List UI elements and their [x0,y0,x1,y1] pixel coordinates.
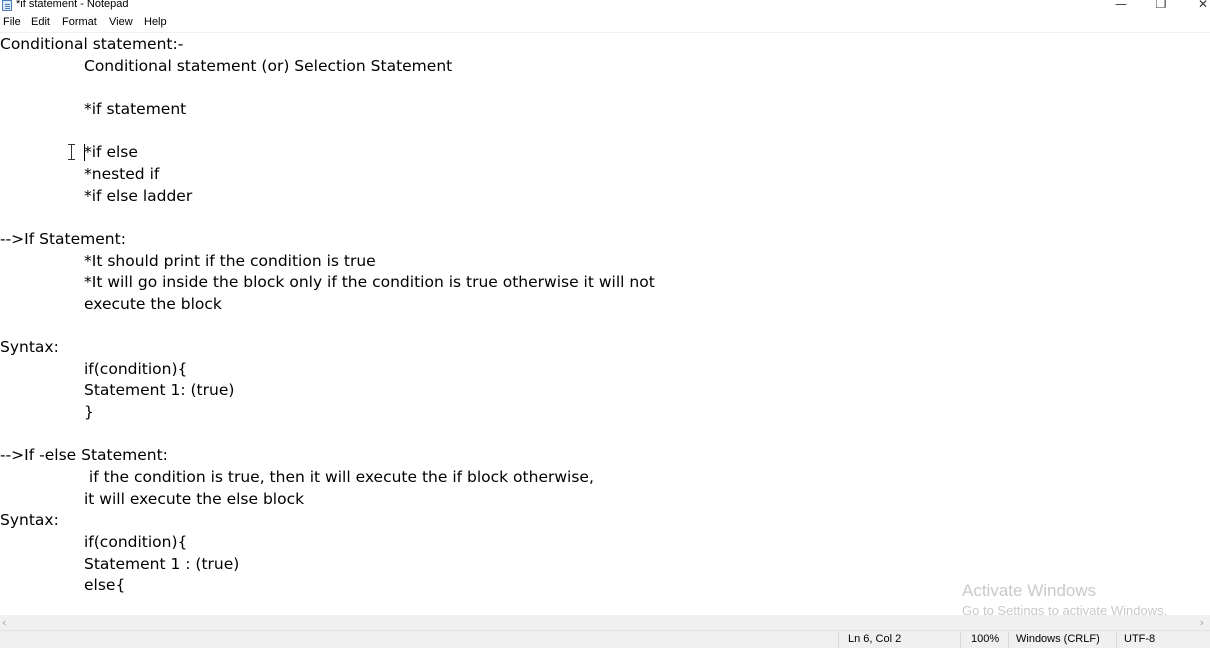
encoding: UTF-8 [1124,633,1156,645]
text-line: it will execute the else block [84,490,305,508]
text-line: Statement 1 : (true) [84,555,240,573]
text-line: *nested if [84,165,160,183]
activation-watermark-title: Activate Windows [962,581,1097,600]
status-bar: Ln 6, Col 2 100% Windows (CRLF) UTF-8 [0,630,1210,648]
text-line: *if else [84,143,138,161]
ibeam-cursor-icon [68,144,76,160]
text-line: -->If Statement: [0,230,126,248]
line-ending: Windows (CRLF) [1016,633,1100,645]
menu-edit[interactable]: Edit [31,16,50,28]
text-line: else{ [84,576,126,594]
zoom-level: 100% [971,633,1000,645]
status-divider [1008,632,1009,648]
text-line: Syntax: [0,511,59,529]
minimize-button[interactable]: — [1101,0,1141,11]
window-title: *if statement - Notepad [16,0,129,10]
menu-bar: File Edit Format View Help [0,14,1210,33]
text-line: } [84,403,94,421]
text-line: Conditional statement (or) Selection Sta… [84,57,453,75]
status-divider [1116,632,1117,648]
menu-help[interactable]: Help [144,16,167,28]
text-line: *if else ladder [84,187,193,205]
notepad-window: *if statement - Notepad — ❐ ✕ File Edit … [0,0,1210,648]
scrollbar-thumb[interactable] [12,619,1192,626]
text-editor-area[interactable]: Conditional statement:- Conditional stat… [0,33,1210,615]
title-bar[interactable]: *if statement - Notepad — ❐ ✕ [0,0,1210,14]
menu-format[interactable]: Format [62,16,97,28]
activation-watermark-subtitle: Go to Settings to activate Windows. [962,603,1168,615]
text-line: Statement 1: (true) [84,381,235,399]
scroll-left-arrow-icon[interactable]: ‹ [2,615,6,630]
text-line: *if statement [84,100,187,118]
menu-file[interactable]: File [3,16,21,28]
status-divider [838,632,839,648]
scroll-right-arrow-icon[interactable]: › [1200,615,1204,630]
menu-view[interactable]: View [109,16,133,28]
text-line: if(condition){ [84,533,188,551]
text-line: Conditional statement:- [0,35,184,53]
text-line: Syntax: [0,338,59,356]
text-line: execute the block [84,295,222,313]
text-caret [84,144,85,161]
text-line: -->If -else Statement: [0,446,168,464]
close-button[interactable]: ✕ [1183,0,1210,11]
cursor-position: Ln 6, Col 2 [848,633,902,645]
text-line: *It will go inside the block only if the… [84,273,655,291]
notepad-icon [2,0,12,11]
status-divider [960,632,961,648]
maximize-button[interactable]: ❐ [1141,0,1181,11]
text-line: if(condition){ [84,360,188,378]
horizontal-scrollbar[interactable]: ‹ › [0,615,1210,630]
text-line: *It should print if the condition is tru… [84,252,376,270]
text-line: if the condition is true, then it will e… [84,468,594,486]
